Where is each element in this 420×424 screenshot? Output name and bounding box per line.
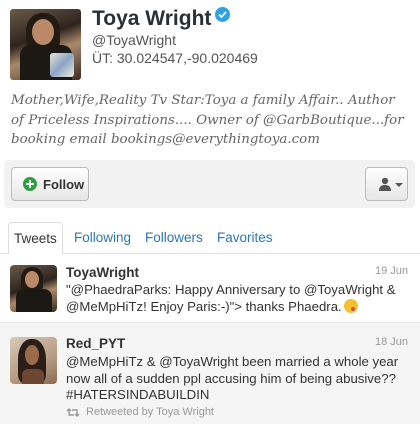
tab-tweets[interactable]: Tweets (8, 222, 63, 255)
profile-tabs: Tweets Following Followers Favorites (0, 218, 420, 255)
tweet-date[interactable]: 18 Jun (375, 336, 408, 348)
tweet-username[interactable]: Red_PYT (66, 336, 125, 351)
profile-action-bar: Follow (4, 160, 415, 208)
profile-name-text: Toya Wright (92, 7, 212, 30)
profile-handle: @ToyaWright (92, 32, 176, 48)
user-actions-dropdown-button[interactable] (365, 167, 408, 201)
retweeted-by-text: Retweeted by Toya Wright (86, 406, 214, 418)
follow-button-label: Follow (43, 176, 85, 192)
tab-followers[interactable]: Followers (141, 222, 207, 255)
tweet-avatar[interactable] (10, 265, 57, 312)
tweet-avatar[interactable] (10, 337, 57, 384)
tweet-item[interactable]: Red_PYT 18 Jun @MeMpHiTz & @ToyaWright b… (0, 322, 420, 424)
tweet-date[interactable]: 19 Jun (375, 265, 408, 277)
tab-following[interactable]: Following (70, 222, 135, 255)
tweet-username[interactable]: ToyaWright (66, 265, 139, 280)
emoji-kiss-icon (343, 298, 358, 313)
tweet-text: "@PhaedraParks: Happy Anniversary to @To… (66, 282, 412, 315)
follow-plus-icon (23, 177, 37, 191)
tab-favorites[interactable]: Favorites (213, 222, 277, 255)
follow-button[interactable]: Follow (11, 167, 89, 201)
profile-location: ÜT: 30.024547,-90.020469 (92, 50, 258, 66)
profile-header: Toya Wright @ToyaWright ÜT: 30.024547,-9… (0, 0, 420, 85)
verified-badge-icon (215, 7, 231, 22)
profile-name: Toya Wright (92, 7, 231, 31)
user-icon (379, 177, 391, 191)
tweet-text: @MeMpHiTz & @ToyaWright been married a w… (66, 354, 399, 402)
retweeted-by: Retweeted by Toya Wright (66, 406, 214, 418)
profile-bio: Mother,Wife,Reality Tv Star:Toya a famil… (11, 93, 404, 147)
profile-avatar[interactable] (10, 9, 81, 80)
caret-down-icon (395, 183, 403, 187)
tweet-item[interactable]: ToyaWright 19 Jun "@PhaedraParks: Happy … (0, 255, 420, 321)
retweet-icon (66, 407, 80, 417)
